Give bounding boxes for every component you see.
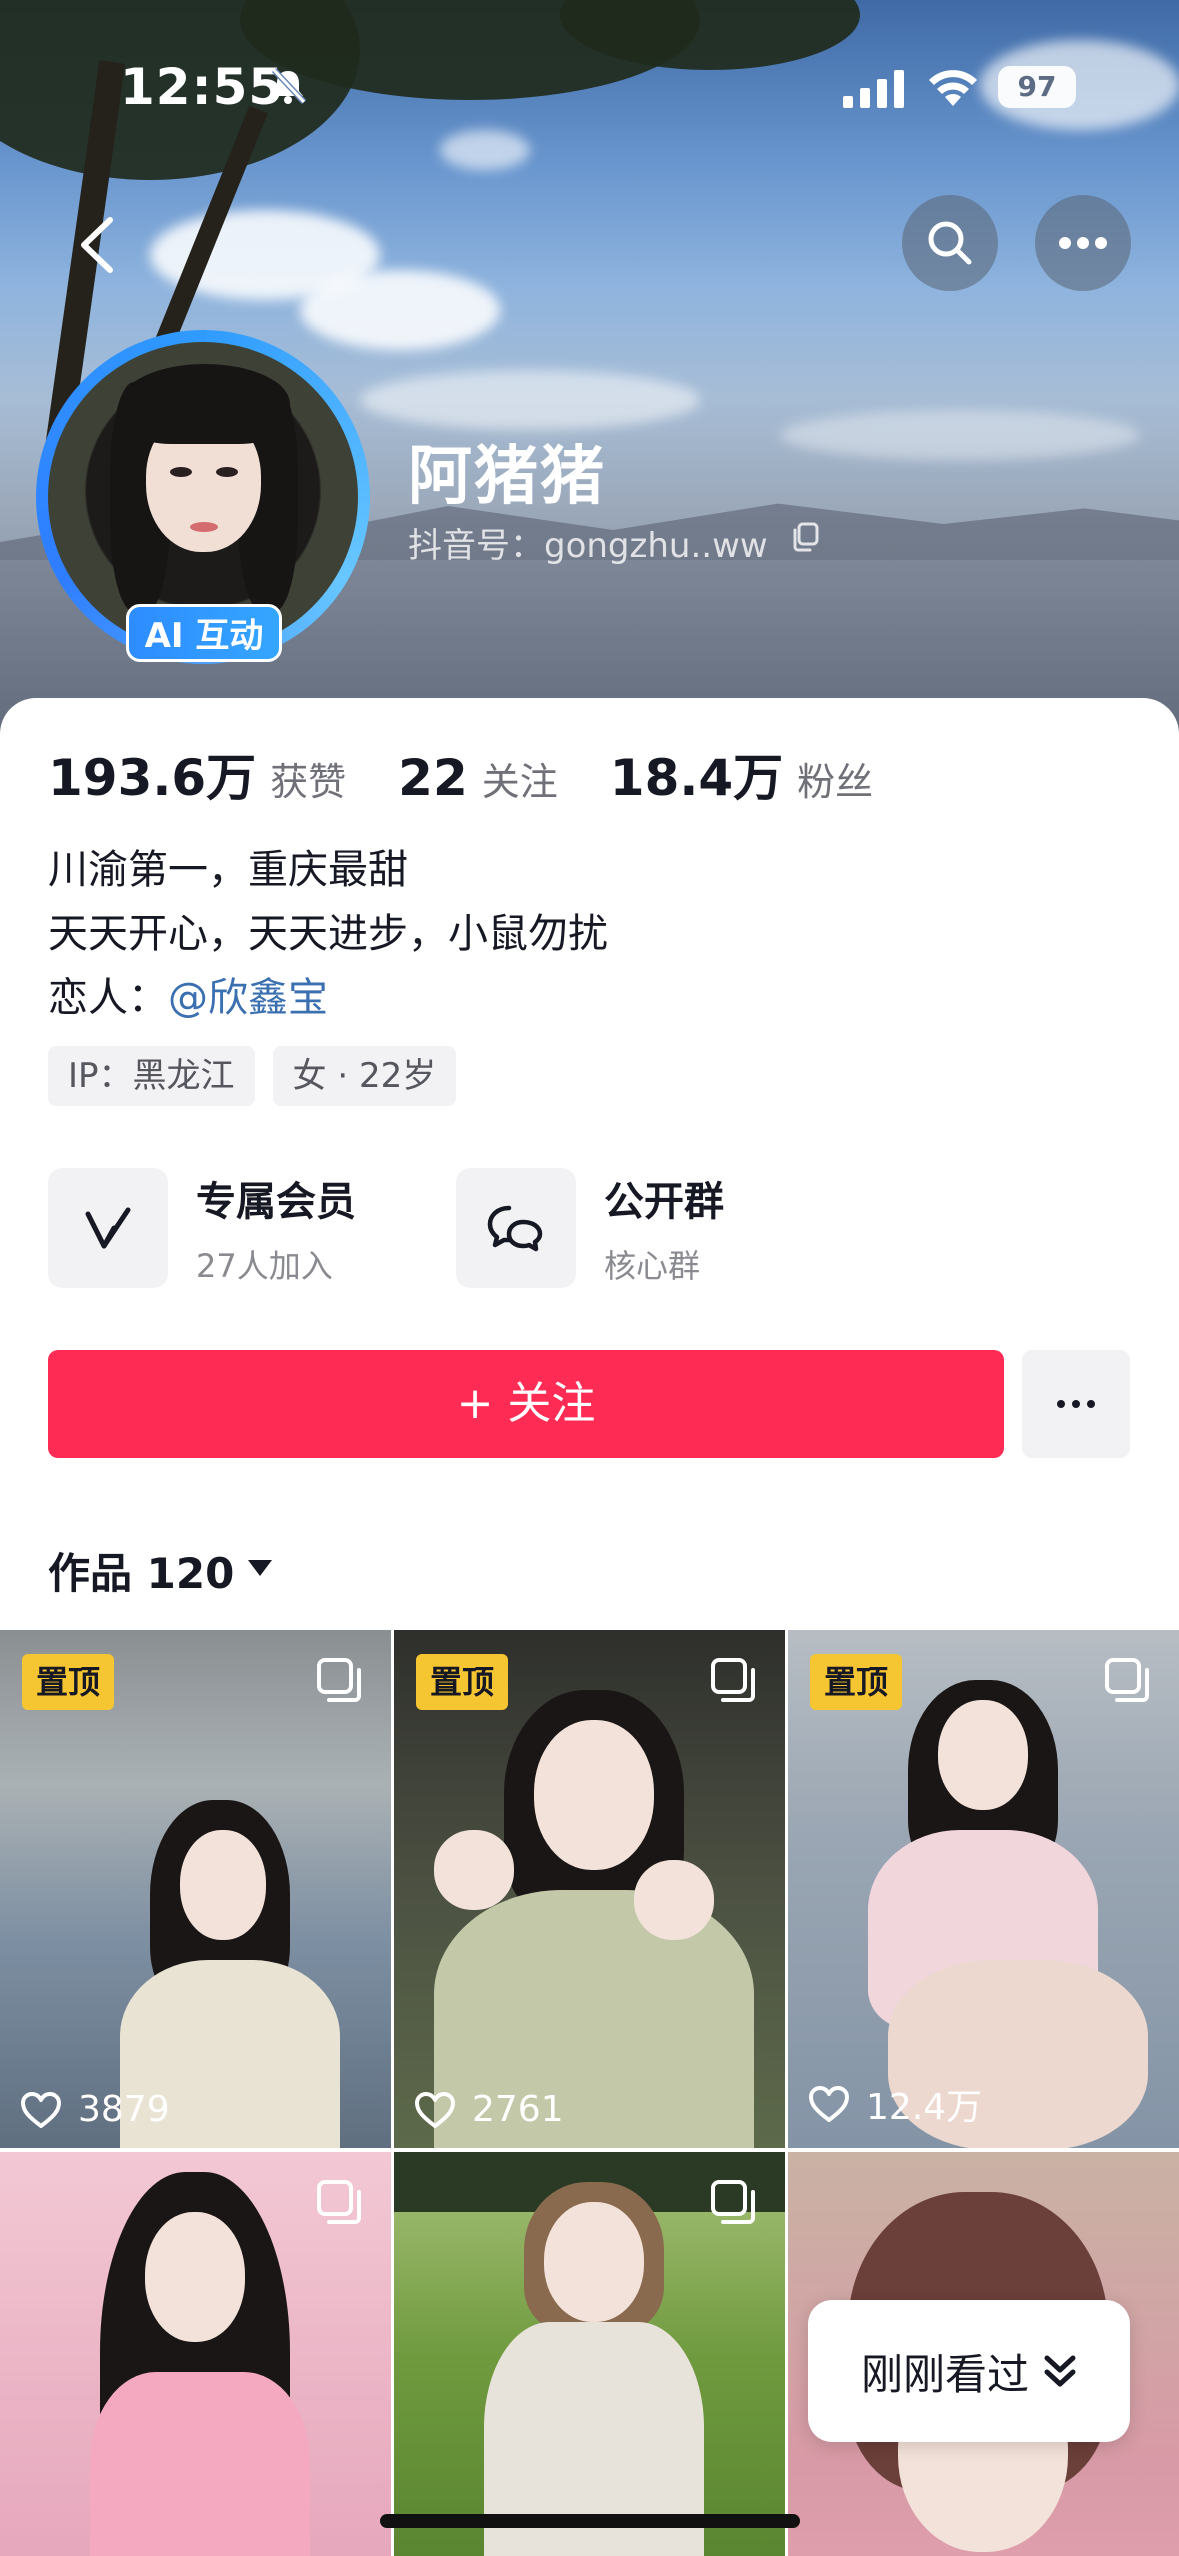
followers-count[interactable]: 18.4万 <box>610 738 783 810</box>
douyin-id: 抖音号：gongzhu..ww <box>408 526 768 566</box>
copy-icon[interactable] <box>790 521 820 553</box>
caret-down-icon[interactable] <box>246 1558 274 1578</box>
multi-image-icon <box>317 1658 361 1702</box>
profile-bio: 川渝第一，重庆最甜 天天开心，天天进步，小鼠勿扰 恋人：@欣鑫宝 <box>48 838 608 1030</box>
pinned-badge: 置顶 <box>810 1654 903 1710</box>
video-thumbnail[interactable]: 置顶 2761 <box>394 1630 785 2148</box>
cloud <box>360 370 700 430</box>
video-thumbnail[interactable]: 置顶 12.4万 <box>788 1630 1179 2148</box>
profile-tags: IP：黑龙江 女 · 22岁 <box>48 1046 474 1106</box>
follow-more-button[interactable] <box>1022 1350 1130 1458</box>
pinned-badge: 置顶 <box>22 1654 115 1710</box>
heart-icon <box>21 2091 61 2128</box>
multi-image-icon <box>711 2180 755 2224</box>
heart-icon <box>415 2091 455 2128</box>
video-likes-count: 12.4万 <box>866 2087 983 2128</box>
more-options-button[interactable] <box>1035 195 1131 291</box>
group-chat-icon <box>487 1205 543 1252</box>
membership-subtitle: 27人加入 <box>196 1247 333 1285</box>
video-thumbnail[interactable]: 置顶 3879 <box>0 1630 391 2148</box>
partner-mention-link[interactable]: @欣鑫宝 <box>168 975 328 1021</box>
likes-label: 获赞 <box>270 760 347 804</box>
cloud <box>780 410 1140 460</box>
cloud <box>440 130 530 170</box>
cloud <box>300 270 500 350</box>
video-likes: 3879 <box>20 2089 170 2130</box>
status-bar: 12:55 97 <box>0 58 1179 118</box>
cellular-signal-icon <box>843 70 904 108</box>
ip-location-tag: IP：黑龙江 <box>48 1046 255 1106</box>
following-label[interactable]: 关注 <box>482 751 558 806</box>
recently-viewed-button[interactable]: 刚刚看过 <box>808 2300 1130 2442</box>
video-thumbnail[interactable] <box>0 2152 391 2556</box>
video-likes: 2761 <box>414 2089 564 2130</box>
bio-line: 川渝第一，重庆最甜 <box>48 847 408 893</box>
search-button[interactable] <box>902 195 998 291</box>
multi-image-icon <box>1105 1658 1149 1702</box>
home-indicator[interactable] <box>380 2514 800 2528</box>
video-likes: 12.4万 <box>808 2078 982 2130</box>
more-icon <box>1057 1400 1095 1408</box>
double-chevron-down-icon <box>1044 2355 1076 2387</box>
status-time: 12:55 <box>120 58 285 116</box>
profile-nickname: 阿猪猪 <box>408 440 606 514</box>
ai-interaction-badge[interactable]: AI 互动 <box>126 604 282 662</box>
group-subtitle: 核心群 <box>604 1247 701 1285</box>
multi-image-icon <box>317 2180 361 2224</box>
membership-entry[interactable]: 专属会员 27人加入 <box>48 1168 356 1288</box>
video-likes-count: 2761 <box>472 2089 564 2130</box>
recently-viewed-label: 刚刚看过 <box>860 2349 1029 2399</box>
follow-button[interactable]: + 关注 <box>48 1350 1004 1458</box>
membership-icon <box>85 1207 131 1249</box>
followers-label[interactable]: 粉丝 <box>797 751 873 806</box>
group-title: 公开群 <box>604 1179 724 1225</box>
video-likes-count: 3879 <box>78 2089 170 2130</box>
following-count[interactable]: 22 <box>398 749 468 807</box>
group-icon-box <box>456 1168 576 1288</box>
bio-line: 恋人：@欣鑫宝 <box>48 966 608 1030</box>
battery-indicator: 97 <box>998 66 1076 108</box>
heart-icon <box>809 2086 849 2122</box>
membership-icon-box <box>48 1168 168 1288</box>
multi-image-icon <box>711 1658 755 1702</box>
public-group-entry[interactable]: 公开群 核心群 <box>456 1168 724 1288</box>
likes-count: 193.6万 <box>48 749 257 807</box>
bio-partner-prefix: 恋人： <box>48 975 168 1021</box>
profile-info-card: 193.6万 获赞 22 关注 18.4万 粉丝 川渝第一，重庆最甜 天天开心，… <box>0 698 1179 1630</box>
works-tab[interactable]: 作品 120 <box>48 1540 234 1601</box>
more-icon <box>1059 237 1107 249</box>
video-thumbnail[interactable] <box>394 2152 785 2556</box>
bio-line: 天天开心，天天进步，小鼠勿扰 <box>48 911 608 957</box>
gender-age-tag: 女 · 22岁 <box>272 1046 457 1106</box>
pinned-badge: 置顶 <box>416 1654 509 1710</box>
profile-stats: 193.6万 获赞 22 关注 18.4万 粉丝 <box>48 738 873 810</box>
back-icon[interactable] <box>70 212 130 278</box>
search-icon <box>928 221 972 265</box>
silent-bell-icon <box>271 67 307 105</box>
membership-title: 专属会员 <box>196 1179 356 1225</box>
wifi-icon <box>929 70 977 106</box>
